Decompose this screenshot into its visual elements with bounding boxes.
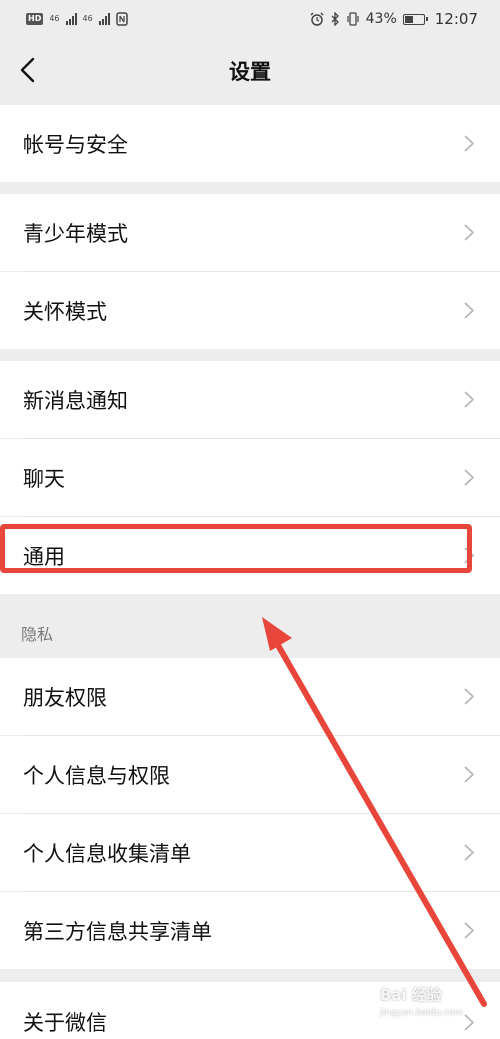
chevron-right-icon (464, 224, 474, 241)
settings-item-third-party-sharing[interactable]: 第三方信息共享清单 (0, 892, 500, 969)
nfc-icon (115, 12, 128, 26)
settings-item-label: 第三方信息共享清单 (23, 919, 212, 944)
status-right: 43% 12:07 (310, 10, 478, 28)
settings-item-label: 新消息通知 (23, 388, 128, 413)
watermark-text: Bai 经验 (380, 986, 442, 1004)
signal-icon (98, 13, 110, 25)
settings-item-label: 个人信息收集清单 (23, 841, 191, 866)
bluetooth-icon (331, 12, 339, 26)
battery-percent: 43% (365, 11, 397, 27)
chevron-right-icon (464, 469, 474, 486)
watermark-url: jingyan.baidu.com (380, 1008, 464, 1018)
settings-item-label: 个人信息与权限 (23, 763, 170, 788)
sim2-label: 46 (82, 14, 93, 23)
settings-item-friend-permissions[interactable]: 朋友权限 (0, 658, 500, 735)
chevron-right-icon (464, 844, 474, 861)
settings-item-personal-info-permissions[interactable]: 个人信息与权限 (0, 736, 500, 813)
vibrate-icon (347, 12, 359, 26)
chevron-right-icon (464, 766, 474, 783)
battery-icon (402, 13, 428, 25)
status-left: HD 46 46 (26, 12, 128, 26)
alarm-icon (310, 12, 324, 26)
settings-item-label: 关于微信 (23, 1011, 107, 1035)
section-header-privacy: 隐私 (21, 625, 54, 644)
settings-item-new-message-notify[interactable]: 新消息通知 (0, 361, 500, 438)
settings-item-general[interactable]: 通用 (0, 517, 500, 594)
chevron-right-icon (464, 135, 474, 152)
clock-time: 12:07 (434, 10, 478, 28)
chevron-right-icon (464, 688, 474, 705)
page-title: 设置 (229, 60, 271, 84)
settings-item-label: 通用 (23, 544, 65, 569)
chevron-right-icon (464, 391, 474, 408)
chevron-right-icon (464, 922, 474, 939)
sim1-label: 46 (49, 14, 60, 23)
settings-item-label: 关怀模式 (23, 299, 107, 324)
settings-item-care-mode[interactable]: 关怀模式 (0, 272, 500, 349)
settings-item-label: 帐号与安全 (23, 132, 128, 157)
settings-item-chat[interactable]: 聊天 (0, 439, 500, 516)
chevron-right-icon (464, 547, 474, 564)
settings-item-label: 聊天 (23, 466, 65, 491)
settings-item-label: 青少年模式 (23, 221, 128, 246)
settings-item-personal-info-collection[interactable]: 个人信息收集清单 (0, 814, 500, 891)
settings-item-label: 朋友权限 (23, 685, 107, 710)
hd-badge: HD (26, 13, 44, 25)
chevron-left-icon[interactable] (16, 56, 40, 84)
status-bar: HD 46 46 43% 12:07 (0, 0, 500, 38)
chevron-right-icon (464, 302, 474, 319)
nav-bar: 设置 (0, 38, 500, 104)
settings-item-account-security[interactable]: 帐号与安全 (0, 105, 500, 182)
watermark: Bai 经验 jingyan.baidu.com (380, 986, 490, 1030)
signal-icon (65, 13, 77, 25)
settings-item-teen-mode[interactable]: 青少年模式 (0, 194, 500, 271)
